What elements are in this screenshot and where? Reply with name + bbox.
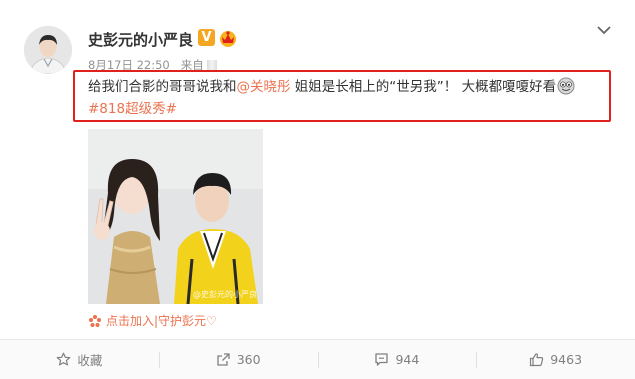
repost-count: 360 (236, 352, 261, 367)
favorite-button[interactable]: 收藏 (0, 340, 159, 379)
post-text-part1: 给我们合影的哥哥说我和 (88, 79, 237, 95)
avatar[interactable] (24, 26, 72, 74)
mention-link[interactable]: @关晓彤 (237, 79, 291, 95)
star-icon (56, 352, 71, 366)
share-icon (217, 353, 230, 366)
post-photo[interactable]: @史彭元的小严良 (88, 129, 263, 304)
repost-button[interactable]: 360 (158, 340, 318, 379)
emoji-icon (557, 77, 575, 95)
weibo-post-card: 史彭元的小严良 V 8月17日 22:50 来自 给我们合影的哥哥说我和@关晓彤… (0, 0, 635, 379)
author-name[interactable]: 史彭元的小严良 (88, 29, 193, 50)
fan-join-label: 点击加入|守护彭元♡ (106, 314, 217, 328)
thumbs-up-icon (530, 353, 544, 367)
like-button[interactable]: 9463 (476, 340, 635, 379)
like-count: 9463 (550, 352, 583, 367)
verified-badge-icon: V (198, 29, 215, 46)
comment-count: 944 (395, 352, 420, 367)
comment-button[interactable]: 944 (317, 340, 477, 379)
post-text-part2: 姐姐是长相上的“世另我”！ 大概都嗄嗄好看 (290, 79, 557, 95)
photo-illustration (88, 129, 263, 304)
post-text: 给我们合影的哥哥说我和@关晓彤 姐姐是长相上的“世另我”！ 大概都嗄嗄好看 (88, 77, 575, 97)
fan-join-link[interactable]: 点击加入|守护彭元♡ (88, 312, 217, 329)
favorite-label: 收藏 (77, 353, 103, 368)
chevron-down-icon[interactable] (596, 24, 612, 36)
member-crown-icon[interactable] (218, 28, 238, 48)
photo-watermark: @史彭元的小严良 (193, 290, 257, 299)
hashtag-link[interactable]: #818超级秀# (88, 99, 177, 119)
comment-icon (375, 353, 389, 366)
flower-icon (89, 314, 101, 327)
action-bar: 收藏 360 944 9463 (0, 339, 635, 379)
